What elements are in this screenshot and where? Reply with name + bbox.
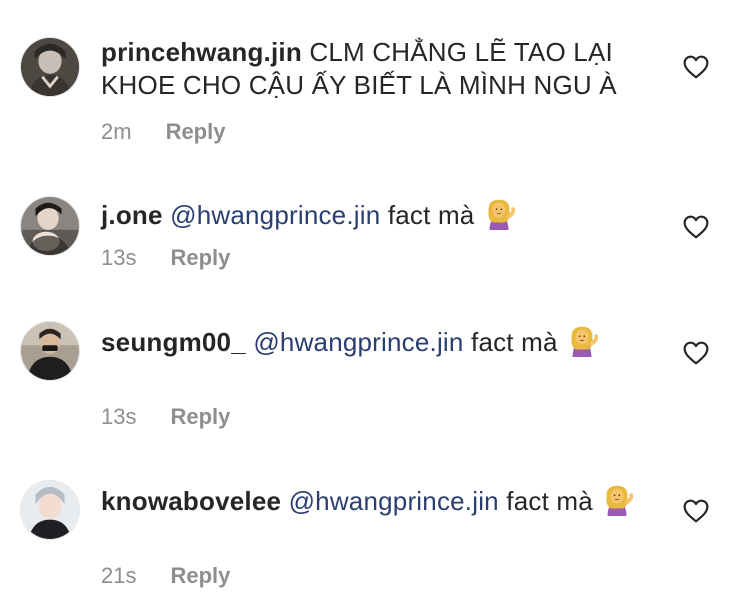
comment-mention[interactable]: @hwangprince.jin xyxy=(170,200,380,230)
avatar-photo xyxy=(21,197,79,255)
comment-meta: 2m Reply xyxy=(101,119,225,145)
comment-timestamp: 13s xyxy=(101,404,137,429)
avatar[interactable] xyxy=(20,480,80,540)
comment-timestamp: 21s xyxy=(101,563,137,588)
comment-username[interactable]: j.one xyxy=(101,200,163,230)
comment-mention[interactable]: @hwangprince.jin xyxy=(289,486,499,516)
comment-body: seungm00_ @hwangprince.jin fact mà xyxy=(101,323,661,359)
avatar-photo xyxy=(21,38,79,96)
comment-meta: 21s Reply xyxy=(101,563,230,589)
comment-body: j.one @hwangprince.jin fact mà xyxy=(101,196,661,232)
comment-text: fact mà xyxy=(506,486,593,516)
avatar[interactable] xyxy=(20,196,80,256)
person-tipping-hand-emoji xyxy=(600,482,634,516)
person-tipping-hand-emoji xyxy=(565,323,599,357)
person-tipping-hand-emoji xyxy=(482,196,516,230)
like-button[interactable] xyxy=(683,499,709,523)
avatar-photo xyxy=(21,481,79,539)
like-button[interactable] xyxy=(683,55,709,79)
reply-button[interactable]: Reply xyxy=(170,563,230,589)
heart-outline-icon xyxy=(683,55,709,79)
avatar-photo xyxy=(21,322,79,380)
comment-meta: 13s Reply xyxy=(101,245,230,271)
avatar[interactable] xyxy=(20,37,80,97)
comment-username[interactable]: princehwang.jin xyxy=(101,37,302,67)
comment-username[interactable]: knowabovelee xyxy=(101,486,281,516)
like-button[interactable] xyxy=(683,341,709,365)
comment-item: j.one @hwangprince.jin fact mà 13s Reply xyxy=(0,160,750,310)
comment-text: fact mà xyxy=(387,200,475,230)
comment-item: seungm00_ @hwangprince.jin fact mà 13s Re… xyxy=(0,310,750,470)
comment-body: knowabovelee @hwangprince.jin fact mà xyxy=(101,482,661,518)
like-button[interactable] xyxy=(683,215,709,239)
reply-button[interactable]: Reply xyxy=(166,119,226,145)
reply-button[interactable]: Reply xyxy=(170,404,230,430)
avatar[interactable] xyxy=(20,321,80,381)
comment-item: princehwang.jin CLM CHẲNG LẼ TAO LẠI KHO… xyxy=(0,0,750,160)
heart-outline-icon xyxy=(683,215,709,239)
comment-body: princehwang.jin CLM CHẲNG LẼ TAO LẠI KHO… xyxy=(101,36,661,102)
comment-timestamp: 13s xyxy=(101,245,137,270)
heart-outline-icon xyxy=(683,499,709,523)
comment-text: fact mà xyxy=(471,327,558,357)
comment-mention[interactable]: @hwangprince.jin xyxy=(253,327,463,357)
comment-meta: 13s Reply xyxy=(101,404,230,430)
comment-username[interactable]: seungm00_ xyxy=(101,327,246,357)
heart-outline-icon xyxy=(683,341,709,365)
reply-button[interactable]: Reply xyxy=(170,245,230,271)
comment-item: knowabovelee @hwangprince.jin fact mà 21… xyxy=(0,470,750,592)
comment-timestamp: 2m xyxy=(101,119,132,144)
